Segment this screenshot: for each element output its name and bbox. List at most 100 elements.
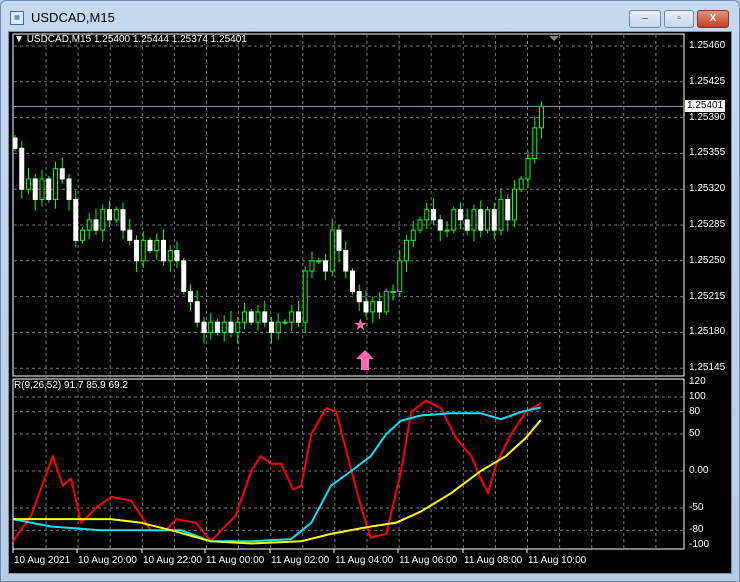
bear-candle: [181, 260, 187, 292]
minimize-button[interactable]: ‒: [629, 10, 661, 28]
bull-candle: [539, 105, 544, 129]
bull-candle: [208, 321, 214, 333]
price-axis-label: 1.25320: [689, 183, 726, 195]
bear-candle: [107, 209, 112, 221]
bear-candle: [161, 239, 166, 262]
bear-candle: [269, 321, 274, 333]
bear-candle: [505, 198, 511, 221]
bull-candle: [410, 229, 416, 241]
bear-candle: [323, 260, 328, 272]
bear-candle: [134, 239, 139, 262]
bull-candle: [525, 158, 531, 180]
bull-candle: [417, 219, 423, 231]
indicator-line-R26: [12, 406, 542, 543]
bear-candle: [343, 250, 349, 272]
bear-candle: [73, 198, 79, 241]
bear-candle: [363, 301, 369, 313]
price-panel-header: ▼ USDCAD,M15 1.25400 1.25444 1.25374 1.2…: [14, 34, 247, 45]
indicator-axis-label: 100: [689, 391, 706, 402]
arrow-up-marker-icon: [356, 350, 374, 370]
price-axis-label: 1.25285: [689, 219, 726, 230]
time-axis-label: 10 Aug 22:00: [143, 555, 202, 566]
star-marker-icon: ★: [353, 317, 367, 334]
bear-candle: [147, 239, 153, 252]
bull-candle: [390, 290, 396, 293]
bear-candle: [336, 229, 342, 252]
bear-candle: [491, 209, 497, 231]
bear-candle: [464, 219, 470, 231]
bull-candle: [242, 311, 247, 323]
bull-candle: [221, 321, 227, 333]
time-axis-label: 11 Aug 02:00: [271, 555, 330, 566]
price-axis-label: 1.25145: [689, 362, 726, 374]
bull-candle: [167, 250, 173, 262]
price-panel-title: USDCAD,M15 1.25400 1.25444 1.25374 1.254…: [26, 34, 247, 45]
indicator-axis-label: -100: [689, 539, 710, 550]
bull-candle: [154, 239, 160, 252]
indicator-line-R52: [12, 419, 542, 545]
bear-candle: [194, 301, 200, 323]
indicator-title: R(9,26,52) 91.7 85.9 69.2: [14, 380, 128, 391]
bear-candle: [66, 178, 72, 200]
bull-candle: [404, 239, 409, 262]
bear-candle: [59, 168, 65, 180]
bull-candle: [26, 178, 31, 190]
bear-candle: [262, 311, 268, 323]
indicator-axis-label: 120: [689, 376, 706, 388]
bear-candle: [350, 270, 355, 292]
chart-area[interactable]: ★ ▼ USDCAD,M15 1.25400 1.25444 1.25374 1…: [8, 31, 732, 574]
bull-candle: [289, 311, 295, 323]
bull-candle: [39, 178, 45, 200]
bull-candle: [309, 260, 315, 272]
bull-candle: [532, 127, 538, 160]
bull-candle: [444, 229, 450, 232]
bull-candle: [518, 178, 524, 190]
price-axis-label: 1.25460: [689, 40, 726, 51]
bear-candle: [93, 219, 99, 231]
bull-candle: [424, 209, 430, 221]
window-title: USDCAD,M15: [31, 10, 115, 25]
price-axis-label: 1.25390: [689, 111, 726, 123]
time-axis-label: 11 Aug 08:00: [464, 555, 523, 566]
bull-candle: [113, 209, 119, 221]
close-button[interactable]: X: [697, 10, 729, 28]
bear-candle: [46, 178, 52, 200]
indicator-axis-label: 50: [689, 428, 701, 439]
chart-canvas[interactable]: ★: [9, 32, 733, 575]
bull-candle: [498, 198, 504, 231]
bear-candle: [32, 178, 38, 200]
bear-candle: [431, 209, 436, 221]
bull-candle: [86, 219, 92, 231]
bull-candle: [397, 260, 403, 292]
title-bar[interactable]: ▦ USDCAD,M15 ‒ ▫ X: [1, 1, 740, 31]
bull-candle: [80, 229, 85, 241]
bull-candle: [451, 209, 457, 231]
indicator-axis-label: 0.00: [689, 465, 709, 476]
bull-candle: [282, 321, 288, 324]
bull-candle: [100, 209, 106, 231]
bear-candle: [201, 321, 207, 333]
bull-candle: [316, 260, 322, 263]
bull-candle: [485, 209, 490, 231]
price-panel-border: [12, 33, 685, 377]
bear-candle: [458, 209, 463, 221]
bull-candle: [383, 290, 389, 313]
bear-candle: [356, 290, 362, 303]
price-axis-label: 1.25355: [689, 147, 726, 159]
bull-candle: [302, 270, 308, 323]
restore-button[interactable]: ▫: [664, 10, 694, 28]
bear-candle: [19, 147, 25, 190]
time-axis-label: 10 Aug 20:00: [78, 555, 137, 566]
bull-candle: [370, 301, 376, 313]
time-axis-label: 11 Aug 06:00: [399, 555, 458, 566]
bear-candle: [174, 250, 180, 262]
bear-candle: [120, 209, 126, 231]
bull-candle: [275, 321, 281, 333]
bear-candle: [437, 219, 443, 231]
price-axis-label: 1.25180: [689, 326, 726, 338]
bear-candle: [127, 229, 133, 241]
bear-candle: [377, 301, 382, 313]
indicator-axis-label: -80: [689, 524, 704, 536]
bear-candle: [248, 311, 254, 323]
chart-window-icon: ▦: [10, 11, 24, 25]
